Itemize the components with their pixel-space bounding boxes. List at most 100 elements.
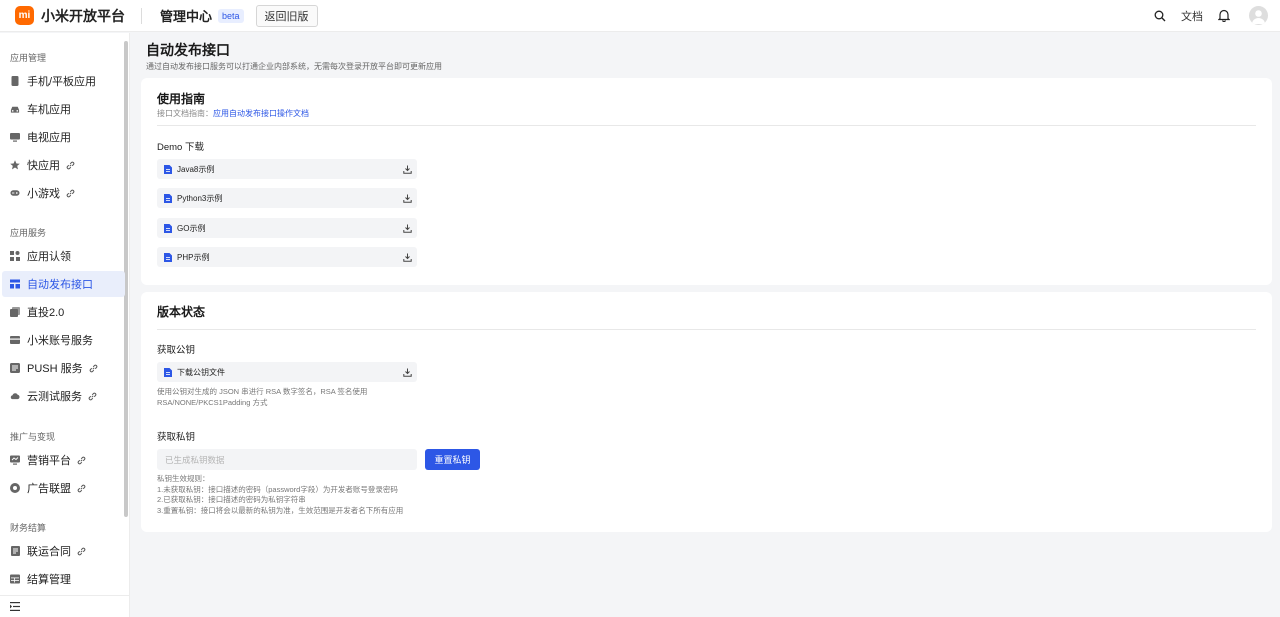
api-doc-prefix: 接口文档指南： (157, 109, 213, 118)
sidebar-item-label: 营销平台 (27, 455, 71, 467)
sidebar-item-label: PUSH 服务 (27, 363, 83, 375)
sidebar-group-title: 应用管理 (10, 53, 47, 63)
demo-name: GO示例 (177, 223, 206, 233)
star-icon (10, 160, 20, 170)
sidebar-footer (0, 595, 129, 617)
bell-icon[interactable] (1213, 5, 1235, 27)
download-icon[interactable] (403, 253, 412, 262)
rule-line: 私钥生效规则： (157, 474, 210, 483)
sidebar-item-label: 广告联盟 (27, 483, 71, 495)
push-icon (10, 363, 20, 373)
table-icon (10, 574, 20, 584)
download-public-key-button[interactable]: 下载公钥文件 (157, 362, 417, 382)
sidebar-item-label: 结算管理 (27, 574, 71, 586)
download-icon[interactable] (403, 368, 412, 377)
private-key-rules: 私钥生效规则： 1.未获取私钥：接口描述的密码（password字段）为开发者账… (157, 474, 403, 516)
brand-name[interactable]: 小米开放平台 (41, 6, 125, 26)
file-icon (164, 164, 172, 174)
download-icon[interactable] (403, 165, 412, 174)
layers-icon (10, 307, 20, 317)
sidebar-item-contracts[interactable]: 联运合同 (2, 538, 125, 564)
sidebar-item-marketing[interactable]: 营销平台 (2, 447, 125, 473)
sidebar-item-app-claim[interactable]: 应用认领 (2, 243, 125, 269)
rule-line: 3.重置私钥：接口将会以最新的私钥为准，生效范围是开发者名下所有应用 (157, 505, 404, 515)
download-icon[interactable] (403, 194, 412, 203)
beta-badge: beta (218, 8, 244, 23)
usage-guide-card: 使用指南 接口文档指南：应用自动发布接口操作文档 Demo 下载 Java8示例… (141, 78, 1272, 285)
demo-download-java8[interactable]: Java8示例 (157, 159, 417, 179)
external-link-icon (88, 392, 97, 401)
api-doc-link[interactable]: 应用自动发布接口操作文档 (213, 109, 309, 118)
sidebar-item-ad-network[interactable]: 广告联盟 (2, 475, 125, 501)
demo-download-php[interactable]: PHP示例 (157, 247, 417, 267)
external-link-icon (66, 161, 75, 170)
rule-line: 2.已获取私钥：接口描述的密码为私钥字符串 (157, 495, 306, 504)
sidebar-item-cloud-testing[interactable]: 云测试服务 (2, 383, 125, 409)
sidebar-item-direct-ads[interactable]: 直投2.0 (2, 299, 125, 325)
sidebar-item-quick-apps[interactable]: 快应用 (2, 152, 125, 178)
sidebar-item-label: 小米账号服务 (27, 335, 93, 347)
private-key-input[interactable] (157, 449, 417, 470)
sidebar-group-title: 财务结算 (10, 523, 47, 533)
sidebar-item-settlement[interactable]: 结算管理 (2, 566, 125, 592)
usage-guide-title: 使用指南 (157, 92, 206, 106)
demo-download-label: Demo 下载 (157, 142, 204, 153)
sidebar-item-label: 直投2.0 (27, 307, 65, 319)
cloud-icon (10, 391, 20, 401)
contract-icon (10, 546, 20, 556)
sidebar-item-label: 自动发布接口 (27, 279, 93, 291)
sidebar: 应用管理 手机/平板应用 车机应用 电视应用 快应用 小游戏 应用服务 应用认领… (0, 33, 130, 617)
sidebar-item-auto-publish-api[interactable]: 自动发布接口 (2, 271, 125, 297)
external-link-icon (89, 364, 98, 373)
sidebar-item-mini-games[interactable]: 小游戏 (2, 180, 125, 206)
car-icon (10, 104, 20, 114)
mi-logo[interactable]: mi (15, 6, 34, 25)
marketing-icon (10, 455, 20, 465)
logo-text: mi (18, 10, 31, 21)
demo-name: Java8示例 (177, 164, 215, 174)
apps-icon (10, 251, 20, 261)
demo-download-python3[interactable]: Python3示例 (157, 188, 417, 208)
divider (157, 125, 1256, 126)
sidebar-group-title: 推广与变现 (10, 432, 56, 442)
sidebar-item-label: 车机应用 (27, 104, 71, 116)
sidebar-item-tv-apps[interactable]: 电视应用 (2, 124, 125, 150)
sidebar-item-label: 小游戏 (27, 188, 60, 200)
account-icon (10, 335, 20, 345)
sidebar-item-mobile-apps[interactable]: 手机/平板应用 (2, 68, 125, 94)
demo-name: PHP示例 (177, 252, 210, 262)
demo-download-go[interactable]: GO示例 (157, 218, 417, 238)
api-icon (10, 279, 20, 289)
sidebar-item-label: 电视应用 (27, 132, 71, 144)
sidebar-item-label: 快应用 (27, 160, 60, 172)
sidebar-group-title: 应用服务 (10, 228, 47, 238)
search-icon[interactable] (1149, 5, 1171, 27)
sidebar-item-label: 云测试服务 (27, 391, 82, 403)
sidebar-item-label: 应用认领 (27, 251, 71, 263)
private-key-label: 获取私钥 (157, 432, 196, 443)
docs-link[interactable]: 文档 (1181, 8, 1203, 24)
tv-icon (10, 132, 20, 142)
download-icon[interactable] (403, 224, 412, 233)
gamepad-icon (10, 188, 20, 198)
reset-private-key-button[interactable]: 重置私钥 (425, 449, 480, 470)
back-to-old-version-button[interactable]: 返回旧版 (255, 4, 318, 27)
version-status-card: 版本状态 获取公钥 下载公钥文件 使用公钥对生成的 JSON 串进行 RSA 数… (141, 292, 1272, 532)
file-icon (164, 367, 172, 377)
sidebar-item-push-service[interactable]: PUSH 服务 (2, 355, 125, 381)
console-title: 管理中心 (160, 9, 213, 24)
page-title: 自动发布接口 (146, 42, 230, 58)
external-link-icon (77, 456, 86, 465)
sidebar-item-account-service[interactable]: 小米账号服务 (2, 327, 125, 353)
collapse-menu-icon[interactable] (10, 598, 20, 616)
version-status-title: 版本状态 (157, 305, 206, 319)
page-description: 通过自动发布接口服务可以打通企业内部系统，无需每次登录开放平台即可更新应用 (146, 62, 442, 71)
divider (157, 329, 1256, 330)
header-divider (141, 7, 142, 24)
api-doc-guide: 接口文档指南：应用自动发布接口操作文档 (157, 108, 309, 119)
public-key-file-name: 下载公钥文件 (177, 367, 225, 377)
sidebar-item-car-apps[interactable]: 车机应用 (2, 96, 125, 122)
file-icon (164, 193, 172, 203)
avatar-icon[interactable] (1249, 6, 1268, 25)
file-icon (164, 223, 172, 233)
